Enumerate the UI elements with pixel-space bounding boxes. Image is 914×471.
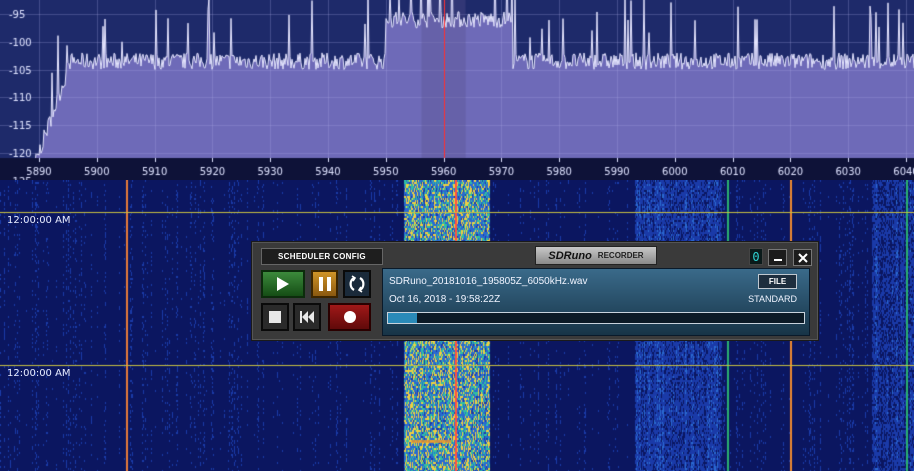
close-button[interactable] xyxy=(793,249,812,266)
rewind-button[interactable] xyxy=(293,303,321,331)
progress-fill xyxy=(388,313,418,323)
recording-filename: SDRuno_20181016_195805Z_6050kHz.wav xyxy=(389,276,588,287)
recording-datetime: Oct 16, 2018 - 19:58:22Z xyxy=(389,294,501,305)
stop-button[interactable] xyxy=(261,303,289,331)
play-button[interactable] xyxy=(261,270,305,298)
recording-info: SDRuno_20181016_195805Z_6050kHz.wav Oct … xyxy=(382,268,810,336)
panel-number: 0 xyxy=(749,248,763,265)
pause-icon xyxy=(318,277,331,291)
file-button[interactable]: FILE xyxy=(758,274,797,289)
loop-button[interactable] xyxy=(343,270,371,298)
loop-icon xyxy=(349,275,365,293)
brand-sub: RECORDER xyxy=(597,251,644,260)
pause-button[interactable] xyxy=(311,270,338,298)
recorder-title: SDRuno RECORDER xyxy=(535,246,657,265)
minimize-button[interactable] xyxy=(768,249,787,266)
spectrum-display[interactable] xyxy=(0,0,914,180)
scheduler-config-button[interactable]: SCHEDULER CONFIG xyxy=(261,248,383,265)
recording-progress xyxy=(387,312,805,324)
recording-mode: STANDARD xyxy=(748,294,797,304)
waterfall-timestamp: 12:00:00 AM xyxy=(7,368,71,379)
brand-name: SDRuno xyxy=(548,249,592,262)
play-icon xyxy=(277,277,289,291)
waterfall-timestamp: 12:00:00 AM xyxy=(7,215,71,226)
stop-icon xyxy=(269,311,281,323)
rewind-icon xyxy=(300,311,314,323)
minimize-icon xyxy=(773,259,782,261)
close-icon xyxy=(797,252,808,263)
record-icon xyxy=(343,311,356,323)
record-button[interactable] xyxy=(328,303,371,331)
recorder-panel: SCHEDULER CONFIG SDRuno RECORDER 0 SDRun… xyxy=(251,241,819,341)
